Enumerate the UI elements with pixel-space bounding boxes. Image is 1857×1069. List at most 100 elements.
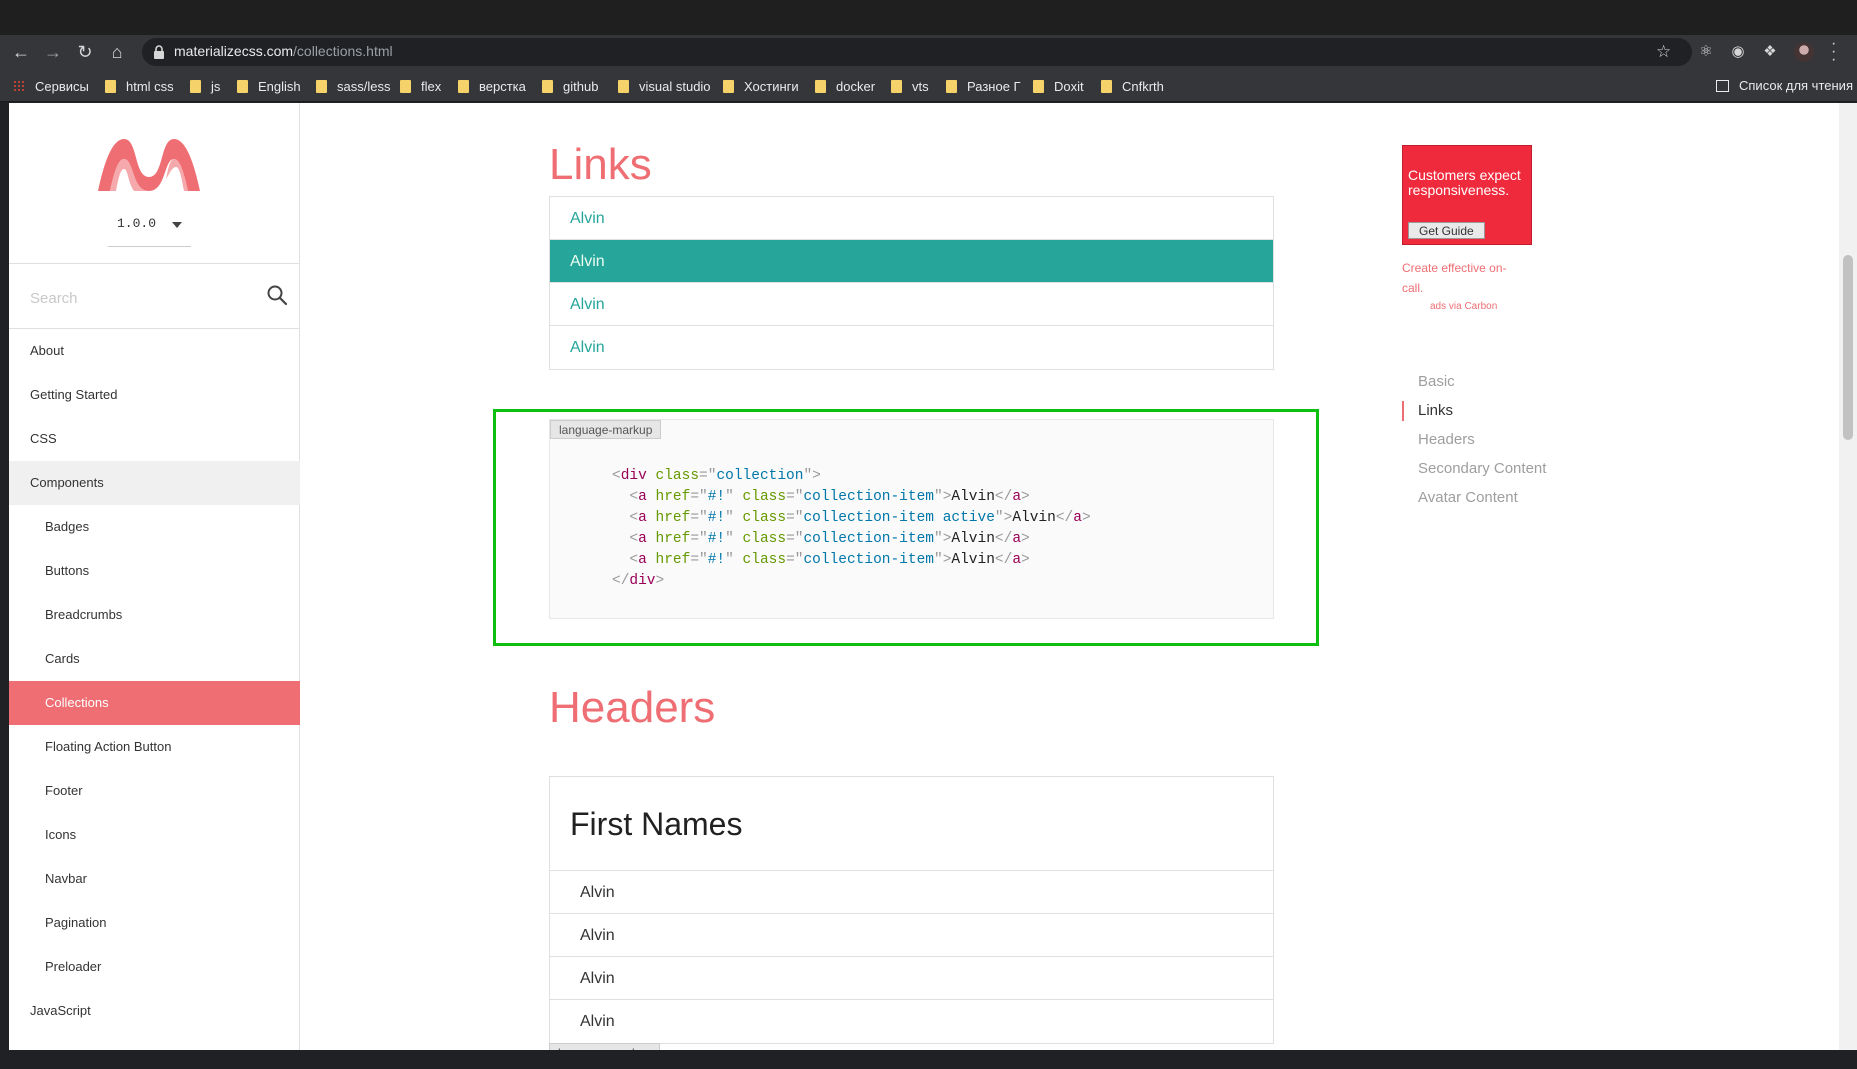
sidebar-item-pagination[interactable]: Pagination	[9, 901, 300, 945]
sidebar-item-breadcrumbs[interactable]: Breadcrumbs	[9, 593, 300, 637]
materialize-logo[interactable]	[94, 133, 204, 195]
table-of-contents: Basic Links Headers Secondary Content Avatar…	[1402, 367, 1546, 512]
toc-item-links[interactable]: Links	[1402, 396, 1546, 425]
highlight-rectangle	[493, 409, 1319, 646]
bookmark-folder[interactable]: visual studio	[618, 78, 711, 94]
sidebar-item-forms[interactable]: Forms	[9, 1033, 300, 1050]
version-underline	[108, 246, 191, 247]
sidebar-item-floating-action-button[interactable]: Floating Action Button	[9, 725, 300, 769]
sidebar-item-css[interactable]: CSS	[9, 417, 300, 461]
sidebar-item-getting-started[interactable]: Getting Started	[9, 373, 300, 417]
lock-icon[interactable]	[153, 45, 165, 59]
sidebar-item-preloader[interactable]: Preloader	[9, 945, 300, 989]
links-heading: Links	[549, 140, 652, 189]
folder-icon	[316, 79, 327, 93]
react-devtools-icon[interactable]: ⚛	[1697, 43, 1715, 61]
bookmark-folder[interactable]: js	[190, 78, 220, 94]
ad-via-link[interactable]: ads via Carbon	[1430, 301, 1497, 312]
sidebar-item-buttons[interactable]: Buttons	[9, 549, 300, 593]
bookmark-folder[interactable]: docker	[815, 78, 875, 94]
folder-icon	[1033, 79, 1044, 93]
forward-icon[interactable]: →	[42, 41, 64, 63]
carbon-ad[interactable]: Customers expect responsiveness. Get Gui…	[1402, 145, 1532, 245]
collection-item[interactable]: Alvin	[550, 197, 1273, 240]
sidebar-item-icons[interactable]: Icons	[9, 813, 300, 857]
scrollbar-thumb[interactable]	[1843, 255, 1853, 440]
extensions-puzzle-icon[interactable]: ❖	[1761, 43, 1779, 61]
search-icon[interactable]	[266, 284, 288, 306]
folder-icon	[190, 79, 201, 93]
sidebar-item-cards[interactable]: Cards	[9, 637, 300, 681]
folder-icon	[946, 79, 957, 93]
collection-item: Alvin	[550, 957, 1273, 1000]
bookmark-folder[interactable]: Cnfkrth	[1101, 78, 1164, 94]
sidebar-item-components[interactable]: Components	[9, 461, 300, 505]
bookmark-folder[interactable]: Doxit	[1033, 78, 1084, 94]
bookmark-folder[interactable]: sass/less	[316, 78, 390, 94]
sidebar-nav-list: About Getting Started CSS Components Badges B…	[9, 329, 300, 1050]
collection-header: First Names	[550, 777, 1273, 871]
code-language-tag: language-markup	[549, 1043, 661, 1050]
collection-item: Alvin	[550, 914, 1273, 957]
sidebar-item-footer[interactable]: Footer	[9, 769, 300, 813]
reading-list-icon	[1716, 79, 1729, 92]
search-box[interactable]: Search	[9, 264, 300, 328]
bookmark-folder[interactable]: flex	[400, 78, 441, 94]
folder-icon	[237, 79, 248, 93]
bookmark-folder[interactable]: Разное Г	[946, 78, 1021, 94]
collection-item[interactable]: Alvin	[550, 326, 1273, 369]
bookmark-folder[interactable]: github	[542, 78, 598, 94]
sidebar-item-javascript[interactable]: JavaScript	[9, 989, 300, 1033]
window-bottom-edge	[0, 1050, 1857, 1069]
extension-circle-icon[interactable]: ◉	[1729, 43, 1747, 61]
folder-icon	[458, 79, 469, 93]
profile-avatar[interactable]	[1794, 42, 1814, 62]
bookmark-star-icon[interactable]: ☆	[1656, 42, 1671, 62]
sidebar-item-badges[interactable]: Badges	[9, 505, 300, 549]
headers-collection: First Names Alvin Alvin Alvin Alvin	[549, 776, 1274, 1044]
folder-icon	[815, 79, 826, 93]
toc-item-basic[interactable]: Basic	[1402, 367, 1546, 396]
folder-icon	[891, 79, 902, 93]
collection-item[interactable]: Alvin	[550, 283, 1273, 326]
folder-icon	[105, 79, 116, 93]
bookmark-folder[interactable]: html css	[105, 78, 174, 94]
web-page: 1.0.0 Search About Getting Started CSS Comp…	[9, 103, 1839, 1050]
bookmark-folder[interactable]: Хостинги	[723, 78, 799, 94]
side-nav: 1.0.0 Search About Getting Started CSS Comp…	[9, 103, 300, 1050]
sidebar-item-navbar[interactable]: Navbar	[9, 857, 300, 901]
version-select[interactable]: 1.0.0	[117, 216, 200, 231]
collection-item[interactable]: Alvin	[550, 240, 1273, 283]
sidebar-item-about[interactable]: About	[9, 329, 300, 373]
ad-button[interactable]: Get Guide	[1408, 222, 1485, 239]
folder-icon	[400, 79, 411, 93]
toc-item-avatar-content[interactable]: Avatar Content	[1402, 483, 1546, 512]
toc-item-secondary-content[interactable]: Secondary Content	[1402, 454, 1546, 483]
page-scrollbar[interactable]	[1839, 103, 1857, 1050]
browser-menu-icon[interactable]: · · ·	[1831, 36, 1837, 68]
back-icon[interactable]: ←	[10, 41, 32, 63]
links-collection: Alvin Alvin Alvin Alvin	[549, 196, 1274, 370]
caret-down-icon	[172, 222, 182, 228]
url-text[interactable]: materializecss.com/collections.html	[174, 43, 393, 59]
ad-text: Customers expect responsiveness.	[1408, 167, 1521, 198]
toc-item-headers[interactable]: Headers	[1402, 425, 1546, 454]
folder-icon	[723, 79, 734, 93]
collection-item: Alvin	[550, 871, 1273, 914]
folder-icon	[618, 79, 629, 93]
bookmark-folder[interactable]: верстка	[458, 78, 526, 94]
headers-heading: Headers	[549, 683, 716, 732]
ad-link[interactable]: Create effective on-call.	[1402, 258, 1527, 298]
apps-grid-icon	[13, 80, 25, 92]
sidebar-item-collections[interactable]: Collections	[9, 681, 300, 725]
collection-item: Alvin	[580, 1013, 615, 1030]
bookmark-folder[interactable]: English	[237, 78, 301, 94]
reload-icon[interactable]: ↻	[74, 41, 96, 63]
tab-strip	[0, 0, 1857, 35]
search-input[interactable]: Search	[30, 290, 78, 307]
bookmark-folder[interactable]: vts	[891, 78, 929, 94]
reading-list-button[interactable]: Список для чтения	[1716, 78, 1853, 93]
folder-icon	[1101, 79, 1112, 93]
bookmark-apps[interactable]: Сервисы	[13, 78, 89, 94]
home-icon[interactable]: ⌂	[106, 41, 128, 63]
